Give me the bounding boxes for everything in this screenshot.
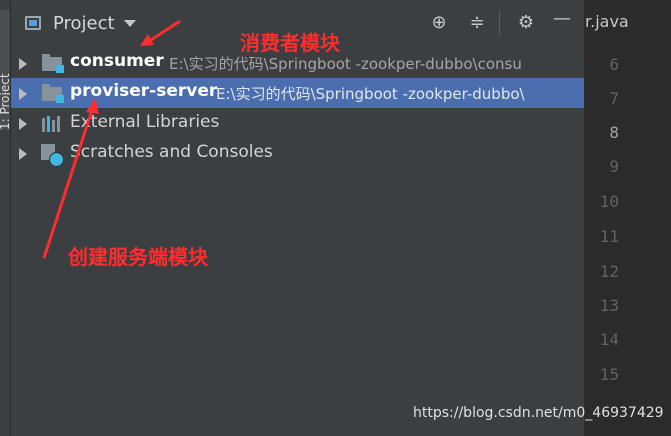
side-tab-project[interactable]: 1: Project (0, 10, 10, 130)
tree-node-label: proviser-server (70, 81, 218, 101)
project-tree: consumer E:\实习的代码\Springboot -zookper-du… (11, 48, 584, 168)
line-number: 14 (599, 330, 619, 349)
tree-node-label: Scratches and Consoles (70, 142, 273, 162)
annotation-consumer-module: 消费者模块 (240, 31, 340, 55)
expand-arrow-icon[interactable] (19, 118, 27, 130)
annotation-create-server-module: 创建服务端模块 (68, 245, 208, 269)
collapse-icon[interactable]: ≑ (466, 12, 488, 34)
expand-arrow-icon[interactable] (19, 58, 27, 70)
scratches-icon (41, 144, 65, 167)
line-number: 6 (609, 55, 619, 74)
tree-node-path: E:\实习的代码\Springboot -zookper-dubbo\ (216, 85, 525, 103)
side-tool-strip: 1: Project (0, 0, 11, 436)
tree-node-external-libraries[interactable]: External Libraries (11, 108, 584, 138)
tree-node-label: consumer (70, 51, 164, 71)
editor-tab[interactable]: r.java (585, 12, 629, 31)
line-number: 11 (599, 227, 619, 246)
line-number: 12 (599, 262, 619, 281)
module-folder-icon (42, 84, 64, 103)
gear-icon[interactable]: ⚙ (515, 12, 537, 34)
tree-node-path: E:\实习的代码\Springboot -zookper-dubbo\consu (169, 55, 522, 73)
line-number: 9 (609, 157, 619, 176)
editor-area: r.java 6 7 8 9 10 11 12 13 14 15 (585, 0, 671, 436)
project-panel: Project ⊕ ≑ ⚙ — consumer E:\实习的代码\Spring… (11, 0, 584, 436)
line-number: 13 (599, 296, 619, 315)
minimize-icon[interactable]: — (551, 8, 573, 30)
expand-arrow-icon[interactable] (19, 88, 27, 100)
chevron-down-icon[interactable] (124, 20, 136, 27)
line-number: 15 (599, 365, 619, 384)
library-icon (42, 116, 64, 132)
toolbar-divider (499, 10, 500, 36)
module-folder-icon (42, 54, 64, 73)
line-number: 10 (599, 192, 619, 211)
project-view-title[interactable]: Project (53, 13, 115, 34)
tree-node-proviser-server[interactable]: proviser-server E:\实习的代码\Springboot -zoo… (11, 78, 584, 108)
project-icon (25, 16, 41, 30)
tree-node-scratches[interactable]: Scratches and Consoles (11, 138, 584, 168)
line-number-current: 8 (609, 123, 619, 142)
line-number: 7 (609, 89, 619, 108)
locate-icon[interactable]: ⊕ (428, 12, 450, 34)
watermark-url: https://blog.csdn.net/m0_46937429 (413, 405, 664, 421)
expand-arrow-icon[interactable] (19, 148, 27, 160)
tree-node-label: External Libraries (70, 112, 220, 132)
